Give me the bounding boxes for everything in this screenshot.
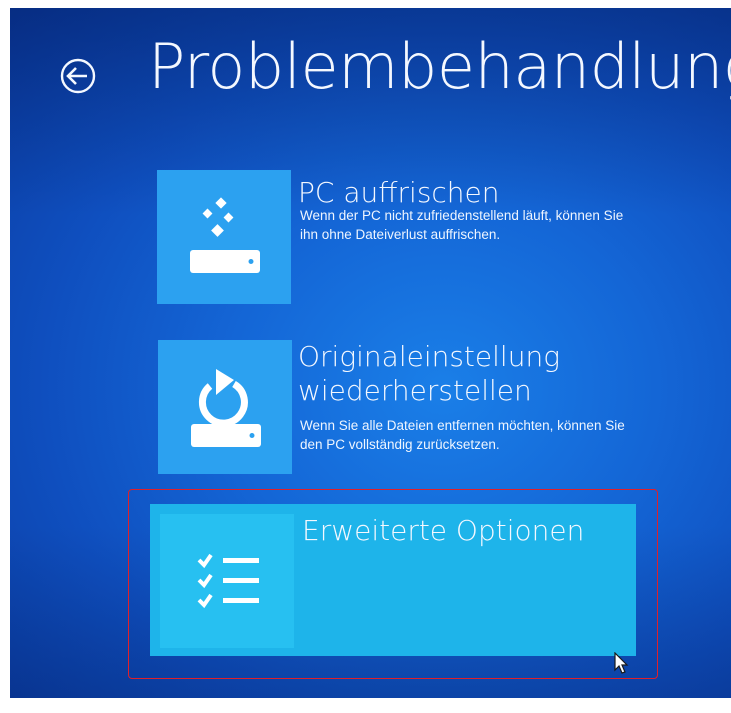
option-refresh-pc[interactable]: PC auffrischen Wenn der PC nicht zufried… — [10, 170, 731, 310]
reset-tile — [158, 340, 292, 474]
option-description: Wenn Sie alle Dateien entfernen möchten,… — [300, 418, 625, 452]
refresh-tile — [157, 170, 291, 304]
option-reset-pc[interactable]: Originaleinstellung wiederherstellen Wen… — [10, 340, 731, 480]
option-title: Originaleinstellung wiederherstellen — [298, 340, 560, 408]
mouse-pointer-icon — [614, 652, 629, 674]
option-title-line-1: Originaleinstellung — [298, 340, 560, 373]
option-title: Erweiterte Optionen — [302, 514, 585, 547]
checklist-icon — [197, 553, 259, 609]
page-title: Problembehandlung — [148, 30, 731, 103]
option-title-line-2: wiederherstellen — [298, 374, 532, 407]
back-button[interactable] — [58, 56, 98, 96]
troubleshoot-screen: Problembehandlung PC auffrischen Wenn de… — [10, 8, 731, 698]
option-description: Wenn der PC nicht zufriedenstellend läuf… — [300, 208, 624, 242]
refresh-pc-icon — [190, 197, 260, 273]
option-title: PC auffrischen — [298, 176, 500, 209]
reset-pc-icon — [191, 369, 261, 447]
advanced-tile — [160, 514, 294, 648]
back-arrow-circle-icon — [60, 58, 96, 94]
option-advanced-options[interactable]: Erweiterte Optionen — [10, 504, 731, 656]
